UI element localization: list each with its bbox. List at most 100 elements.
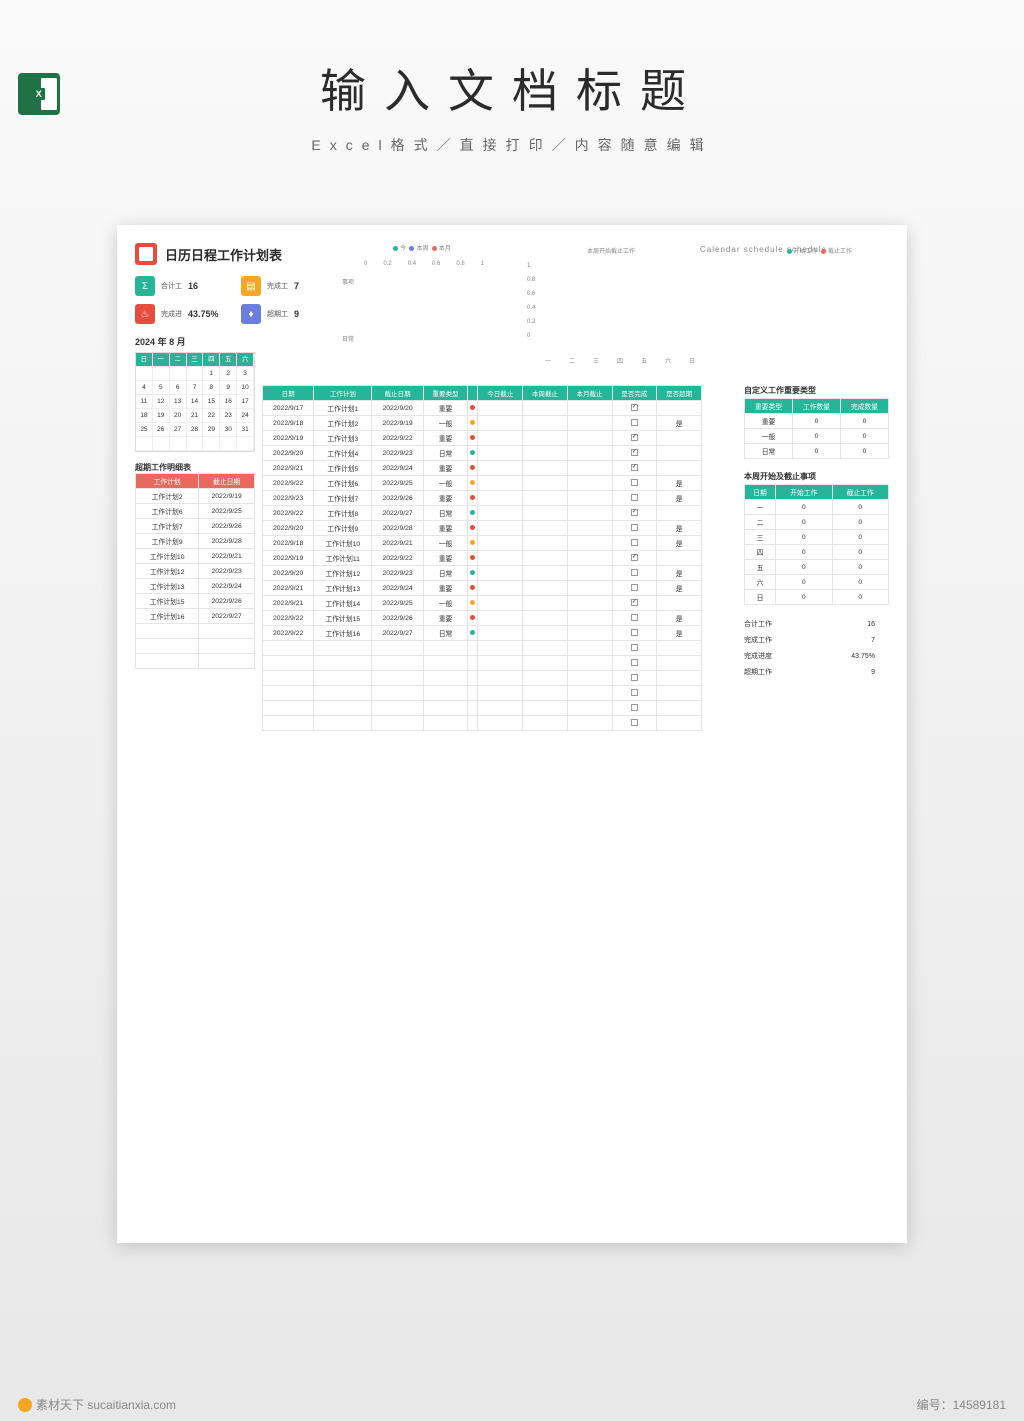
cal-day-cell[interactable]: 12 — [153, 395, 170, 409]
cal-day-cell[interactable]: 17 — [237, 395, 254, 409]
checkbox[interactable] — [631, 419, 638, 426]
table-row[interactable]: 2022/9/20工作计划122022/9/23日常是 — [263, 566, 702, 581]
checkbox[interactable] — [631, 629, 638, 636]
table-row[interactable]: 工作计划122022/9/23 — [136, 564, 255, 579]
cal-day-cell[interactable] — [237, 437, 254, 451]
table-row[interactable]: 2022/9/21工作计划142022/9/25一般 — [263, 596, 702, 611]
cal-day-cell[interactable]: 11 — [136, 395, 153, 409]
checkbox[interactable] — [631, 674, 638, 681]
table-row[interactable]: 2022/9/22工作计划152022/9/26重要是 — [263, 611, 702, 626]
table-row[interactable]: 工作计划92022/9/28 — [136, 534, 255, 549]
checkbox[interactable] — [631, 659, 638, 666]
cal-day-cell[interactable]: 19 — [153, 409, 170, 423]
table-row[interactable]: 2022/9/21工作计划52022/9/24重要 — [263, 461, 702, 476]
table-row[interactable]: 2022/9/22工作计划62022/9/25一般是 — [263, 476, 702, 491]
cal-day-cell[interactable]: 16 — [220, 395, 237, 409]
table-row[interactable] — [263, 641, 702, 656]
cal-day-cell[interactable]: 25 — [136, 423, 153, 437]
checkbox[interactable] — [631, 539, 638, 546]
cal-day-cell[interactable] — [153, 367, 170, 381]
checkbox[interactable] — [631, 614, 638, 621]
checkbox[interactable] — [631, 704, 638, 711]
cal-day-cell[interactable]: 13 — [170, 395, 187, 409]
table-row[interactable] — [136, 624, 255, 639]
cal-day-cell[interactable]: 4 — [136, 381, 153, 395]
table-row[interactable] — [263, 656, 702, 671]
cal-day-cell[interactable]: 7 — [187, 381, 204, 395]
cal-day-cell[interactable]: 26 — [153, 423, 170, 437]
cal-day-cell[interactable]: 18 — [136, 409, 153, 423]
cal-day-cell[interactable] — [220, 437, 237, 451]
cal-day-cell[interactable]: 20 — [170, 409, 187, 423]
table-row[interactable] — [263, 686, 702, 701]
checkbox[interactable] — [631, 569, 638, 576]
table-row[interactable]: 2022/9/18工作计划22022/9/19一般是 — [263, 416, 702, 431]
cal-day-cell[interactable] — [187, 437, 204, 451]
checkbox[interactable] — [631, 689, 638, 696]
table-row[interactable] — [263, 716, 702, 731]
table-row[interactable]: 工作计划152022/9/26 — [136, 594, 255, 609]
cal-day-cell[interactable] — [187, 367, 204, 381]
cal-day-cell[interactable]: 27 — [170, 423, 187, 437]
cal-day-cell[interactable] — [203, 437, 220, 451]
table-row[interactable]: 工作计划72022/9/26 — [136, 519, 255, 534]
checkbox[interactable] — [631, 509, 638, 516]
checkbox[interactable] — [631, 494, 638, 501]
cal-day-cell[interactable]: 2 — [220, 367, 237, 381]
table-row[interactable] — [263, 701, 702, 716]
cal-day-cell[interactable]: 23 — [220, 409, 237, 423]
table-row[interactable]: 2022/9/21工作计划132022/9/24重要是 — [263, 581, 702, 596]
cal-day-cell[interactable]: 8 — [203, 381, 220, 395]
cal-day-cell[interactable] — [170, 437, 187, 451]
checkbox[interactable] — [631, 449, 638, 456]
table-row[interactable]: 2022/9/18工作计划102022/9/21一般是 — [263, 536, 702, 551]
checkbox[interactable] — [631, 479, 638, 486]
cal-day-cell[interactable]: 29 — [203, 423, 220, 437]
checkbox[interactable] — [631, 554, 638, 561]
table-row[interactable]: 2022/9/20工作计划92022/9/28重要是 — [263, 521, 702, 536]
cal-day-cell[interactable]: 5 — [153, 381, 170, 395]
mini-calendar[interactable]: 日一二三四五六123456789101112131415161718192021… — [135, 352, 255, 452]
table-row[interactable] — [263, 671, 702, 686]
cal-day-cell[interactable]: 28 — [187, 423, 204, 437]
table-row[interactable]: 2022/9/23工作计划72022/9/26重要是 — [263, 491, 702, 506]
table-row[interactable]: 工作计划22022/9/19 — [136, 489, 255, 504]
checkbox[interactable] — [631, 464, 638, 471]
cal-day-cell[interactable]: 21 — [187, 409, 204, 423]
cal-day-cell[interactable]: 30 — [220, 423, 237, 437]
checkbox[interactable] — [631, 719, 638, 726]
cal-day-cell[interactable] — [170, 367, 187, 381]
table-row[interactable]: 2022/9/22工作计划162022/9/27日常是 — [263, 626, 702, 641]
table-row[interactable]: 工作计划162022/9/27 — [136, 609, 255, 624]
cal-day-cell[interactable]: 1 — [203, 367, 220, 381]
cal-day-cell[interactable] — [153, 437, 170, 451]
table-row[interactable]: 工作计划62022/9/25 — [136, 504, 255, 519]
checkbox[interactable] — [631, 644, 638, 651]
checkbox[interactable] — [631, 584, 638, 591]
cal-day-cell[interactable]: 10 — [237, 381, 254, 395]
cal-day-cell[interactable]: 6 — [170, 381, 187, 395]
cal-day-cell[interactable]: 14 — [187, 395, 204, 409]
checkbox[interactable] — [631, 524, 638, 531]
checkbox[interactable] — [631, 599, 638, 606]
table-row[interactable]: 工作计划102022/9/21 — [136, 549, 255, 564]
table-row[interactable]: 工作计划132022/9/24 — [136, 579, 255, 594]
table-row[interactable]: 2022/9/19工作计划112022/9/22重要 — [263, 551, 702, 566]
checkbox[interactable] — [631, 434, 638, 441]
table-row[interactable]: 2022/9/17工作计划12022/9/20重要 — [263, 401, 702, 416]
table-row[interactable]: 2022/9/22工作计划82022/9/27日常 — [263, 506, 702, 521]
checkbox[interactable] — [631, 404, 638, 411]
cal-day-cell[interactable]: 15 — [203, 395, 220, 409]
cal-day-cell[interactable]: 3 — [237, 367, 254, 381]
cal-day-cell[interactable] — [136, 437, 153, 451]
table-row[interactable]: 2022/9/19工作计划32022/9/22重要 — [263, 431, 702, 446]
cal-day-cell[interactable]: 24 — [237, 409, 254, 423]
main-table[interactable]: 日期工作计划截止日期重要类型今日截止本周截止本月截止是否完成是否超期2022/9… — [262, 385, 702, 731]
table-row[interactable] — [136, 654, 255, 669]
cal-day-cell[interactable]: 22 — [203, 409, 220, 423]
cal-day-cell[interactable] — [136, 367, 153, 381]
cal-day-cell[interactable]: 31 — [237, 423, 254, 437]
table-row[interactable]: 2022/9/20工作计划42022/9/23日常 — [263, 446, 702, 461]
cal-day-cell[interactable]: 9 — [220, 381, 237, 395]
table-row[interactable] — [136, 639, 255, 654]
